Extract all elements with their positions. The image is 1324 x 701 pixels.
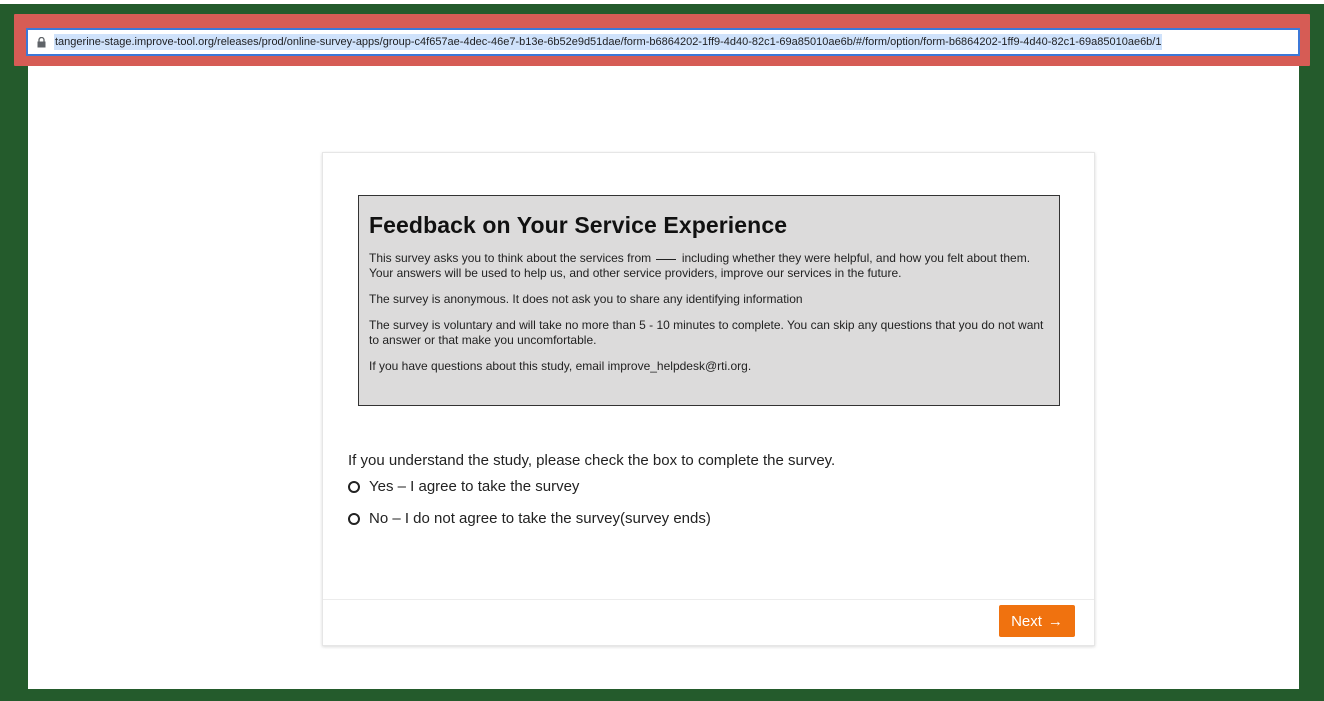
voluntary-paragraph: The survey is voluntary and will take no… bbox=[369, 318, 1044, 347]
anonymity-paragraph: The survey is anonymous. It does not ask… bbox=[369, 292, 803, 306]
contact-paragraph: If you have questions about this study, … bbox=[369, 359, 752, 373]
intro-text-before: This survey asks you to think about the … bbox=[369, 251, 652, 265]
next-button[interactable]: Next → bbox=[999, 605, 1075, 637]
consent-question: If you understand the study, please chec… bbox=[348, 452, 836, 469]
consent-option-no[interactable]: No – I do not agree to take the survey(s… bbox=[348, 510, 711, 527]
survey-intro-paragraph: This survey asks you to think about the … bbox=[369, 251, 1049, 281]
survey-title: Feedback on Your Service Experience bbox=[369, 212, 788, 238]
survey-card: Feedback on Your Service Experience This… bbox=[322, 152, 1095, 646]
page-content: Feedback on Your Service Experience This… bbox=[28, 66, 1299, 689]
radio-button-no[interactable] bbox=[348, 512, 360, 525]
option-yes-label: Yes – I agree to take the survey bbox=[369, 478, 580, 495]
radio-button-yes[interactable] bbox=[348, 480, 360, 493]
footer-divider bbox=[323, 599, 1094, 600]
url-text[interactable]: tangerine-stage.improve-tool.org/release… bbox=[54, 34, 1163, 50]
frame-top-edge bbox=[0, 0, 1324, 4]
option-no-label: No – I do not agree to take the survey(s… bbox=[369, 510, 711, 527]
survey-info-box: Feedback on Your Service Experience This… bbox=[358, 195, 1060, 406]
blank-line bbox=[656, 259, 677, 260]
consent-option-yes[interactable]: Yes – I agree to take the survey bbox=[348, 478, 579, 495]
lock-icon bbox=[34, 35, 48, 49]
address-bar[interactable]: tangerine-stage.improve-tool.org/release… bbox=[26, 28, 1300, 56]
arrow-right-icon: → bbox=[1047, 612, 1063, 630]
next-button-label: Next bbox=[1011, 612, 1042, 630]
